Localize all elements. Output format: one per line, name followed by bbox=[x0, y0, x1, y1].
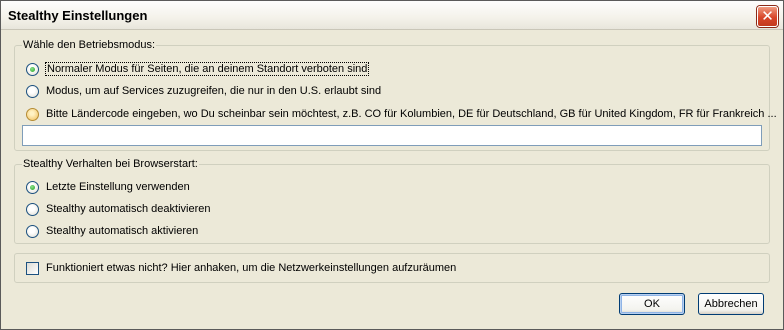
radio-activate[interactable] bbox=[26, 224, 39, 238]
radio-normal[interactable] bbox=[26, 62, 39, 76]
mode-group: Wähle den Betriebsmodus: Normaler Modus … bbox=[14, 39, 777, 151]
window-title: Stealthy Einstellungen bbox=[8, 8, 148, 23]
title-bar: Stealthy Einstellungen ✕ bbox=[1, 1, 783, 30]
dialog-window: Stealthy Einstellungen ✕ Wähle den Betri… bbox=[0, 0, 784, 330]
radio-last-setting[interactable] bbox=[26, 180, 39, 194]
startup-option-activate[interactable]: Stealthy automatisch aktivieren bbox=[26, 223, 198, 239]
radio-us[interactable] bbox=[26, 84, 39, 98]
radio-deactivate[interactable] bbox=[26, 202, 39, 216]
startup-group: Stealthy Verhalten bei Browserstart: Let… bbox=[14, 158, 770, 244]
ok-button[interactable]: OK bbox=[619, 293, 685, 315]
close-icon: ✕ bbox=[761, 7, 774, 25]
startup-option-deactivate[interactable]: Stealthy automatisch deaktivieren bbox=[26, 201, 210, 217]
startup-option-activate-label: Stealthy automatisch aktivieren bbox=[46, 225, 199, 237]
cancel-button[interactable]: Abbrechen bbox=[698, 293, 764, 315]
radio-country[interactable] bbox=[26, 107, 39, 121]
mode-option-country-label: Bitte Ländercode eingeben, wo Du scheinb… bbox=[46, 108, 777, 120]
mode-option-normal-label: Normaler Modus für Seiten, die an deinem… bbox=[44, 62, 370, 76]
reset-group: Funktioniert etwas nicht? Hier anhaken, … bbox=[14, 253, 770, 283]
startup-option-last[interactable]: Letzte Einstellung verwenden bbox=[26, 179, 190, 195]
reset-network-label: Funktioniert etwas nicht? Hier anhaken, … bbox=[46, 262, 457, 274]
close-button[interactable]: ✕ bbox=[757, 6, 778, 27]
mode-option-us[interactable]: Modus, um auf Services zuzugreifen, die … bbox=[26, 83, 381, 99]
mode-group-legend: Wähle den Betriebsmodus: bbox=[22, 39, 157, 51]
mode-option-us-label: Modus, um auf Services zuzugreifen, die … bbox=[46, 85, 382, 97]
startup-option-deactivate-label: Stealthy automatisch deaktivieren bbox=[46, 203, 211, 215]
reset-network-option[interactable]: Funktioniert etwas nicht? Hier anhaken, … bbox=[26, 260, 456, 276]
startup-option-last-label: Letzte Einstellung verwenden bbox=[46, 181, 190, 193]
mode-option-normal[interactable]: Normaler Modus für Seiten, die an deinem… bbox=[26, 61, 370, 77]
country-code-input[interactable] bbox=[22, 125, 762, 146]
startup-group-legend: Stealthy Verhalten bei Browserstart: bbox=[22, 158, 199, 170]
mode-option-country[interactable]: Bitte Ländercode eingeben, wo Du scheinb… bbox=[26, 106, 777, 122]
reset-network-checkbox[interactable] bbox=[26, 261, 39, 275]
